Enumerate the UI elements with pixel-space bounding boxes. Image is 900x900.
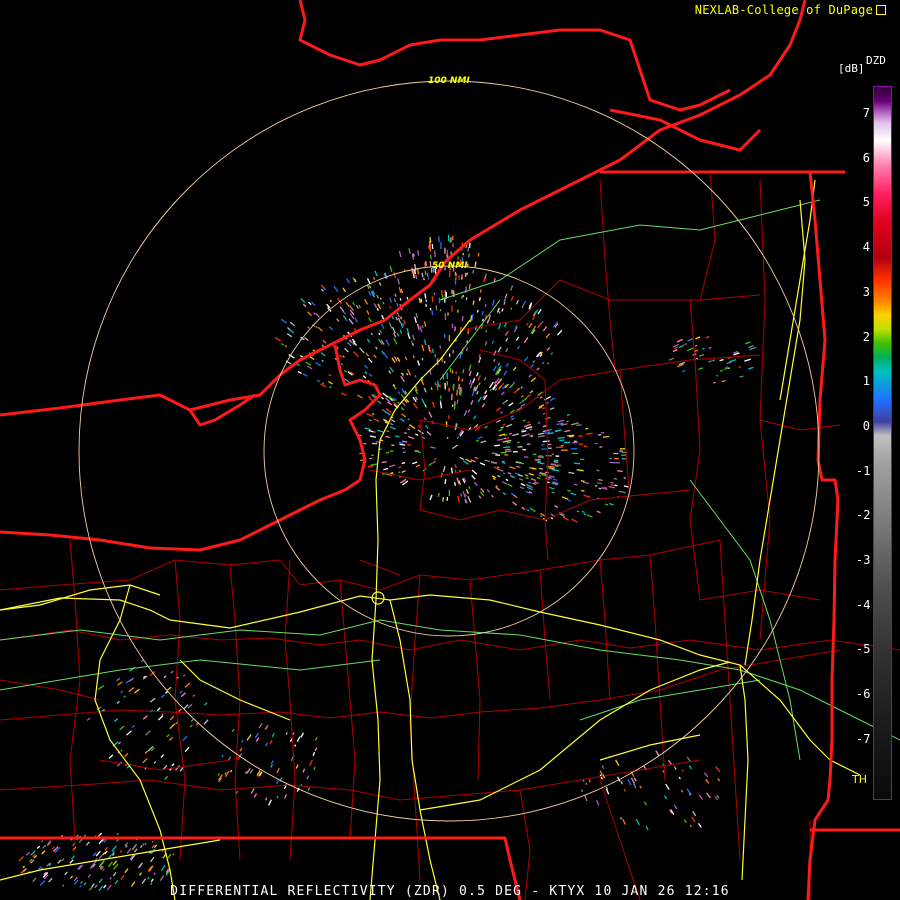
color-scale-tick: -4: [856, 597, 871, 612]
range-label-50nmi: 50 NMI: [432, 261, 468, 271]
color-scale-tick: 3: [862, 284, 870, 299]
highway-network: [0, 179, 861, 900]
color-scale-tick: 0: [862, 418, 870, 433]
color-scale-bar: [873, 86, 892, 800]
county-boundaries: [0, 169, 900, 900]
credit-label: NEXLAB-College of DuPage: [695, 3, 886, 17]
color-scale-tick: 1: [862, 374, 870, 389]
color-scale-tick: -6: [856, 687, 871, 702]
range-label-100nmi: 100 NMI: [428, 76, 470, 86]
color-scale-tick: 7: [862, 106, 870, 120]
road-network: [0, 199, 900, 761]
range-rings: [78, 80, 820, 822]
range-ring-50nmi: [263, 265, 635, 637]
product-caption: DIFFERENTIAL REFLECTIVITY (ZDR) 0.5 DEG …: [170, 884, 730, 899]
external-link-icon[interactable]: [876, 5, 886, 15]
state-borders: [0, 0, 900, 900]
legend-product-label: DZD: [866, 54, 886, 67]
credit-text: NEXLAB-College of DuPage: [694, 3, 873, 17]
color-scale-tick: -2: [856, 508, 871, 523]
color-scale-tick: -1: [856, 463, 871, 478]
color-scale-tick: -3: [856, 553, 871, 567]
legend-units-label: [dB]: [838, 62, 865, 75]
radar-map: 100 NMI 50 NMI: [0, 0, 900, 900]
legend-threshold-label: TH: [852, 773, 867, 786]
color-scale-tick: 2: [862, 329, 870, 344]
color-scale-tick: 6: [862, 150, 870, 165]
color-scale-tick: 4: [862, 240, 870, 255]
color-scale-tick: 5: [862, 195, 870, 210]
color-scale-tick: -7: [856, 731, 871, 746]
color-scale-tick: -5: [856, 642, 871, 657]
radar-echo-layer: [18, 234, 757, 892]
range-ring-100nmi: [78, 80, 820, 822]
